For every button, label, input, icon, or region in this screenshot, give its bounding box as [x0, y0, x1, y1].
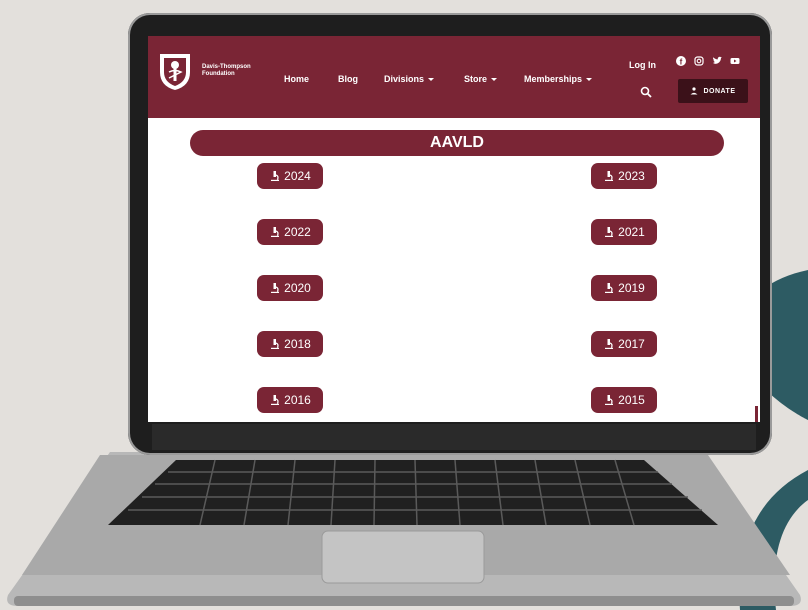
- twitter-icon[interactable]: [712, 56, 722, 66]
- donate-label: DONATE: [703, 87, 736, 95]
- page-title: AAVLD: [430, 134, 484, 151]
- year-button-2020[interactable]: 2020: [257, 275, 323, 301]
- facebook-icon[interactable]: f: [676, 56, 686, 66]
- year-button-2024[interactable]: 2024: [257, 163, 323, 189]
- nav-store[interactable]: Store: [464, 74, 498, 84]
- year-button-2018[interactable]: 2018: [257, 331, 323, 357]
- keyboard: [108, 459, 718, 526]
- nav-store-label: Store: [464, 74, 488, 84]
- year-label: 2022: [284, 225, 311, 239]
- youtube-icon[interactable]: [730, 56, 740, 66]
- year-button-2017[interactable]: 2017: [591, 331, 657, 357]
- laptop-hinge: [152, 424, 756, 450]
- year-button-2021[interactable]: 2021: [591, 219, 657, 245]
- foundation-logo[interactable]: [158, 52, 192, 92]
- microscope-icon: [271, 283, 280, 293]
- chevron-down-icon: [586, 78, 593, 82]
- year-label: 2021: [618, 225, 645, 239]
- scrollbar-thumb[interactable]: [755, 406, 758, 422]
- microscope-icon: [271, 395, 280, 405]
- nav-memberships[interactable]: Memberships: [524, 74, 593, 84]
- brand-name: Davis-Thompson Foundation: [202, 64, 251, 78]
- nav-home-label: Home: [284, 74, 310, 84]
- year-label: 2019: [618, 281, 645, 295]
- year-label: 2024: [284, 169, 311, 183]
- nav-blog-label: Blog: [338, 74, 358, 84]
- microscope-icon: [271, 339, 280, 349]
- login-link[interactable]: Log In: [629, 60, 656, 70]
- site-header: Davis-Thompson Foundation Home Blog Divi…: [148, 36, 760, 118]
- year-label: 2015: [618, 393, 645, 407]
- page-title-banner: AAVLD: [190, 130, 724, 156]
- brand-line-1: Davis-Thompson: [202, 64, 251, 70]
- microscope-icon: [605, 283, 614, 293]
- brand-line-2: Foundation: [202, 71, 235, 77]
- nav-divisions-label: Divisions: [384, 74, 425, 84]
- nav-divisions[interactable]: Divisions: [384, 74, 435, 84]
- microscope-icon: [605, 171, 614, 181]
- nav-blog[interactable]: Blog: [338, 74, 358, 84]
- instagram-icon[interactable]: [694, 56, 704, 66]
- laptop-screen: Davis-Thompson Foundation Home Blog Divi…: [148, 36, 760, 422]
- nav-memberships-label: Memberships: [524, 74, 583, 84]
- year-label: 2020: [284, 281, 311, 295]
- microscope-icon: [605, 395, 614, 405]
- year-button-2023[interactable]: 2023: [591, 163, 657, 189]
- year-button-2016[interactable]: 2016: [257, 387, 323, 413]
- microscope-icon: [271, 227, 280, 237]
- microscope-icon: [271, 171, 280, 181]
- chevron-down-icon: [428, 78, 435, 82]
- chevron-down-icon: [491, 78, 498, 82]
- microscope-icon: [605, 227, 614, 237]
- search-icon[interactable]: [640, 86, 652, 98]
- year-button-2022[interactable]: 2022: [257, 219, 323, 245]
- trackpad: [321, 530, 485, 584]
- year-label: 2023: [618, 169, 645, 183]
- year-label: 2017: [618, 337, 645, 351]
- svg-text:f: f: [680, 58, 683, 67]
- year-label: 2018: [284, 337, 311, 351]
- year-button-2019[interactable]: 2019: [591, 275, 657, 301]
- microscope-icon: [605, 339, 614, 349]
- nav-home[interactable]: Home: [284, 74, 309, 84]
- donate-hand-icon: [690, 87, 698, 95]
- donate-button[interactable]: DONATE: [678, 79, 748, 103]
- year-label: 2016: [284, 393, 311, 407]
- year-button-2015[interactable]: 2015: [591, 387, 657, 413]
